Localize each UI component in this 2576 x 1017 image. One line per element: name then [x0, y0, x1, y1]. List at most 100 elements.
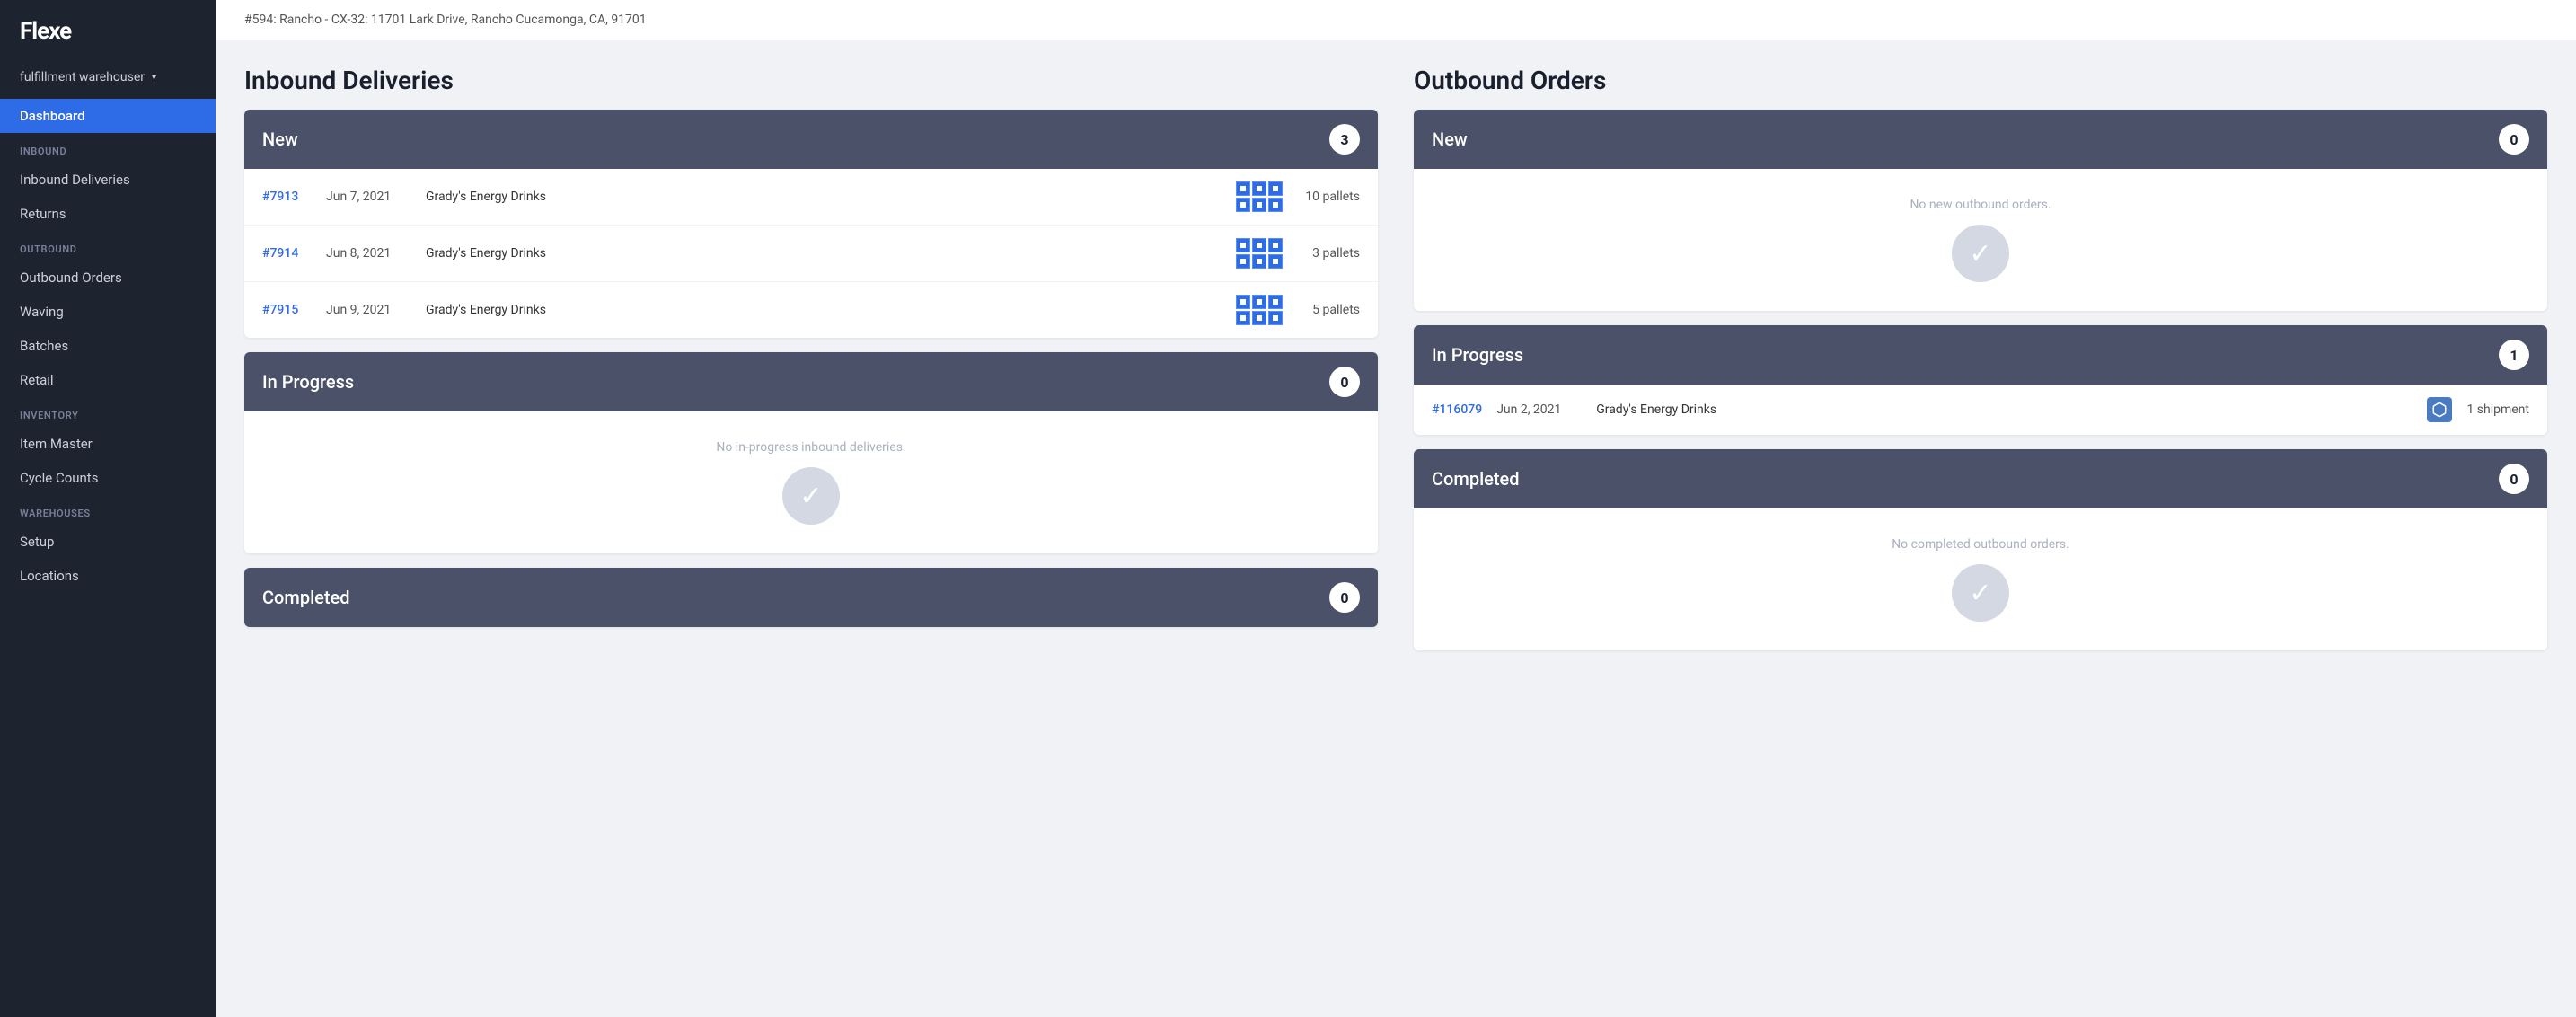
outbound-title: Outbound Orders	[1414, 66, 2547, 95]
table-row: #7914 Jun 8, 2021 Grady's Energy Drinks …	[244, 226, 1378, 282]
table-row: #116079 Jun 2, 2021 Grady's Energy Drink…	[1414, 385, 2547, 435]
sidebar-item-cycle-counts[interactable]: Cycle Counts	[0, 461, 216, 495]
sidebar-section-outbound: OUTBOUND	[0, 231, 216, 261]
order-id[interactable]: #7913	[262, 190, 312, 204]
pallet-count: 3 pallets	[1297, 246, 1360, 261]
outbound-new-header: New 0	[1414, 110, 2547, 169]
order-date: Jun 7, 2021	[326, 190, 411, 204]
sidebar-item-retail[interactable]: Retail	[0, 363, 216, 397]
outbound-section: Outbound Orders New 0 No new outbound or…	[1414, 66, 2547, 665]
sidebar-item-inbound-deliveries[interactable]: Inbound Deliveries	[0, 163, 216, 197]
sidebar-item-setup[interactable]: Setup	[0, 525, 216, 559]
order-id[interactable]: #116079	[1432, 402, 1482, 417]
inbound-in-progress-body: No in-progress inbound deliveries. ✓	[244, 411, 1378, 553]
outbound-new-body: No new outbound orders. ✓	[1414, 169, 2547, 311]
pallet-cell	[1252, 311, 1266, 325]
pallet-cell	[1268, 238, 1283, 252]
inbound-completed-header: Completed 0	[244, 568, 1378, 627]
order-date: Jun 8, 2021	[326, 246, 411, 261]
pallet-cell	[1252, 254, 1266, 269]
shipment-count: 1 shipment	[2466, 402, 2529, 417]
customer-name: Grady's Energy Drinks	[426, 246, 1222, 261]
outbound-in-progress-header: In Progress 1	[1414, 325, 2547, 385]
inbound-in-progress-empty: No in-progress inbound deliveries. ✓	[244, 411, 1378, 553]
inbound-section: Inbound Deliveries New 3 #7913 Jun 7, 20…	[244, 66, 1378, 665]
outbound-new-card: New 0 No new outbound orders. ✓	[1414, 110, 2547, 311]
sidebar-item-item-master[interactable]: Item Master	[0, 427, 216, 461]
shipment-icon	[2427, 397, 2452, 422]
sidebar-item-batches[interactable]: Batches	[0, 329, 216, 363]
pallet-cell	[1236, 238, 1250, 252]
outbound-in-progress-label: In Progress	[1432, 344, 1523, 366]
inbound-in-progress-header: In Progress 0	[244, 352, 1378, 411]
inbound-completed-card: Completed 0	[244, 568, 1378, 627]
pallet-count: 10 pallets	[1297, 190, 1360, 204]
batches-label: Batches	[20, 338, 68, 354]
pallet-cell	[1236, 198, 1250, 212]
empty-check-icon: ✓	[782, 467, 840, 525]
sidebar-section-inventory: INVENTORY	[0, 397, 216, 427]
sidebar-item-outbound-orders[interactable]: Outbound Orders	[0, 261, 216, 295]
pallet-cell	[1236, 254, 1250, 269]
table-row: #7913 Jun 7, 2021 Grady's Energy Drinks …	[244, 169, 1378, 226]
pallet-cell	[1268, 254, 1283, 269]
inbound-completed-label: Completed	[262, 587, 350, 608]
outbound-completed-header: Completed 0	[1414, 449, 2547, 509]
item-master-label: Item Master	[20, 436, 93, 452]
pallet-cell	[1236, 295, 1250, 309]
sidebar-item-locations[interactable]: Locations	[0, 559, 216, 593]
pallet-count: 5 pallets	[1297, 303, 1360, 317]
pallet-cell	[1268, 181, 1283, 196]
inbound-title: Inbound Deliveries	[244, 66, 1378, 95]
sidebar-logo: Flexe	[0, 0, 216, 61]
inbound-new-card: New 3 #7913 Jun 7, 2021 Grady's Energy D…	[244, 110, 1378, 338]
sidebar-account[interactable]: fulfillment warehouser ▾	[0, 61, 216, 99]
outbound-completed-empty: No completed outbound orders. ✓	[1414, 509, 2547, 650]
main-content: #594: Rancho - CX-32: 11701 Lark Drive, …	[216, 0, 2576, 1017]
sidebar-section-warehouses: WAREHOUSES	[0, 495, 216, 525]
inbound-new-header: New 3	[244, 110, 1378, 169]
sidebar-item-dashboard[interactable]: Dashboard	[0, 99, 216, 133]
outbound-new-label: New	[1432, 128, 1468, 150]
returns-label: Returns	[20, 206, 66, 222]
account-label: fulfillment warehouser	[20, 70, 145, 84]
inbound-new-body: #7913 Jun 7, 2021 Grady's Energy Drinks …	[244, 169, 1378, 338]
pallet-cell	[1252, 295, 1266, 309]
empty-text: No in-progress inbound deliveries.	[716, 440, 905, 455]
content-area: Inbound Deliveries New 3 #7913 Jun 7, 20…	[216, 40, 2576, 690]
empty-check-icon: ✓	[1952, 225, 2009, 282]
inbound-new-label: New	[262, 128, 298, 150]
empty-text: No new outbound orders.	[1910, 198, 2051, 212]
outbound-orders-label: Outbound Orders	[20, 270, 122, 286]
outbound-in-progress-badge: 1	[2499, 340, 2529, 370]
table-row: #7915 Jun 9, 2021 Grady's Energy Drinks …	[244, 282, 1378, 338]
outbound-in-progress-body: #116079 Jun 2, 2021 Grady's Energy Drink…	[1414, 385, 2547, 435]
top-bar: #594: Rancho - CX-32: 11701 Lark Drive, …	[216, 0, 2576, 40]
waving-label: Waving	[20, 304, 64, 320]
locations-label: Locations	[20, 568, 79, 584]
retail-label: Retail	[20, 372, 54, 388]
pallet-cell	[1252, 238, 1266, 252]
pallet-cell	[1268, 198, 1283, 212]
chevron-down-icon: ▾	[152, 73, 156, 83]
empty-check-icon: ✓	[1952, 564, 2009, 622]
inbound-deliveries-label: Inbound Deliveries	[20, 172, 130, 188]
sidebar-item-returns[interactable]: Returns	[0, 197, 216, 231]
pallet-icon	[1236, 238, 1283, 269]
sidebar-item-waving[interactable]: Waving	[0, 295, 216, 329]
order-id[interactable]: #7914	[262, 246, 312, 261]
outbound-new-empty: No new outbound orders. ✓	[1414, 169, 2547, 311]
inbound-completed-badge: 0	[1329, 582, 1360, 613]
inbound-new-badge: 3	[1329, 124, 1360, 155]
outbound-completed-card: Completed 0 No completed outbound orders…	[1414, 449, 2547, 650]
outbound-in-progress-card: In Progress 1 #116079 Jun 2, 2021 Grady'…	[1414, 325, 2547, 435]
order-id[interactable]: #7915	[262, 303, 312, 317]
pallet-cell	[1252, 198, 1266, 212]
sidebar-section-inbound: INBOUND	[0, 133, 216, 163]
dashboard-label: Dashboard	[20, 108, 85, 124]
pallet-icon	[1236, 295, 1283, 325]
setup-label: Setup	[20, 534, 54, 550]
inbound-in-progress-badge: 0	[1329, 367, 1360, 397]
outbound-completed-label: Completed	[1432, 468, 1520, 490]
pallet-cell	[1268, 295, 1283, 309]
